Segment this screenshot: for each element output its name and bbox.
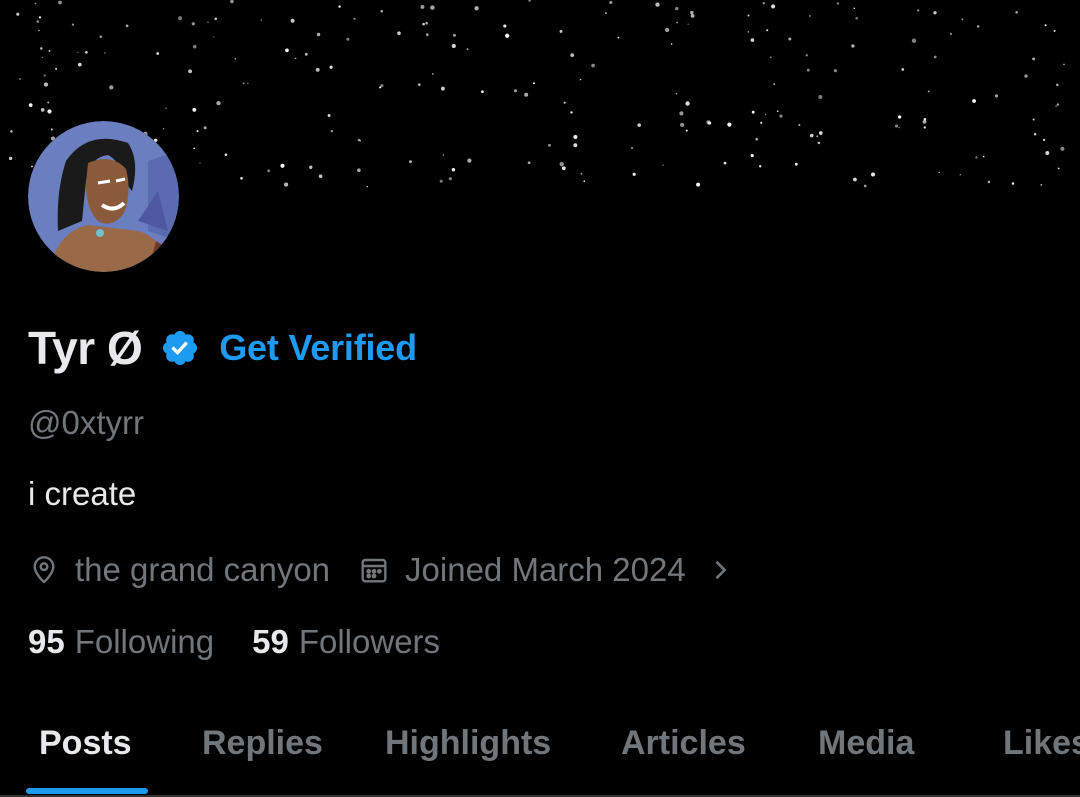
chevron-right-icon[interactable] — [706, 554, 734, 586]
profile-tabs: Posts Replies Highlights Articles Media … — [0, 700, 1080, 797]
followers-label: Followers — [298, 623, 441, 660]
avatar[interactable] — [28, 121, 179, 272]
name-row: Tyr Ø Get Verified — [28, 320, 417, 376]
tab-replies[interactable]: Replies — [202, 724, 323, 763]
display-name: Tyr Ø — [28, 322, 143, 374]
tab-media[interactable]: Media — [818, 724, 914, 763]
tab-likes[interactable]: Likes — [1003, 724, 1080, 763]
tab-articles[interactable]: Articles — [621, 724, 746, 763]
location-text: the grand canyon — [75, 551, 331, 588]
verified-badge-icon[interactable] — [160, 328, 200, 368]
tab-highlights[interactable]: Highlights — [385, 724, 551, 763]
joined-date-text: Joined March 2024 — [405, 551, 686, 588]
followers-count: 59 — [252, 623, 289, 660]
profile-page: Tyr Ø Get Verified @0xtyrr i create the … — [0, 0, 1080, 797]
active-tab-indicator — [26, 788, 148, 794]
calendar-icon — [358, 554, 390, 586]
tab-posts[interactable]: Posts — [39, 724, 132, 763]
get-verified-link[interactable]: Get Verified — [219, 327, 417, 369]
follow-stats-row: 95 Following 59 Followers — [28, 620, 478, 664]
profile-handle: @0xtyrr — [28, 404, 144, 441]
followers-stat[interactable]: 59 Followers — [252, 623, 440, 661]
profile-meta-row: the grand canyon Joined March 2024 — [28, 548, 734, 592]
profile-bio: i create — [28, 475, 137, 512]
following-stat[interactable]: 95 Following — [28, 623, 214, 661]
avatar-image — [28, 121, 179, 272]
following-count: 95 — [28, 623, 65, 660]
following-label: Following — [74, 623, 215, 660]
location-pin-icon — [28, 554, 60, 586]
